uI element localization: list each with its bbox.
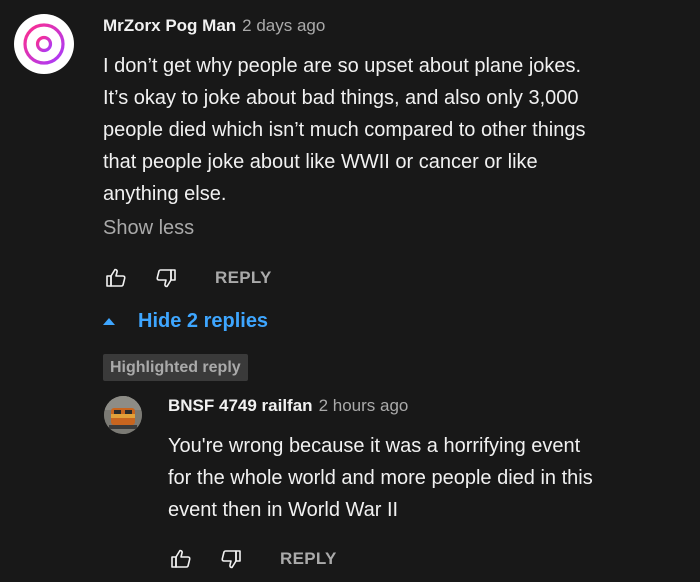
thumbs-up-icon[interactable] <box>168 546 194 572</box>
show-less-button[interactable]: Show less <box>103 213 194 243</box>
hide-replies-button[interactable]: Hide 2 replies <box>103 305 268 337</box>
reply-button[interactable]: REPLY <box>280 549 337 569</box>
thumbs-down-icon[interactable] <box>153 265 179 291</box>
reply-actions: REPLY <box>168 544 337 574</box>
comment-author[interactable]: MrZorx Pog Man <box>103 16 236 36</box>
reply-button[interactable]: REPLY <box>215 268 272 288</box>
reply-author[interactable]: BNSF 4749 railfan <box>168 396 313 416</box>
comment-timestamp[interactable]: 2 days ago <box>242 16 325 36</box>
reply-header: BNSF 4749 railfan 2 hours ago <box>168 396 408 422</box>
comment-body: I don’t get why people are so upset abou… <box>103 55 586 205</box>
locomotive-photo-avatar <box>104 396 142 434</box>
thumbs-down-icon[interactable] <box>218 546 244 572</box>
pokeball-logo-icon <box>23 23 65 65</box>
thumbs-up-icon[interactable] <box>103 265 129 291</box>
highlighted-reply-badge: Highlighted reply <box>103 354 248 381</box>
comment-actions: REPLY <box>103 263 272 293</box>
reply-body: You're wrong because it was a horrifying… <box>168 435 593 521</box>
commenter-avatar[interactable] <box>14 14 74 74</box>
caret-up-icon <box>103 317 115 325</box>
comment-header: MrZorx Pog Man 2 days ago <box>103 16 325 42</box>
reply-timestamp[interactable]: 2 hours ago <box>319 396 409 416</box>
reply-avatar[interactable] <box>104 396 142 434</box>
hide-replies-label: Hide 2 replies <box>138 309 269 332</box>
